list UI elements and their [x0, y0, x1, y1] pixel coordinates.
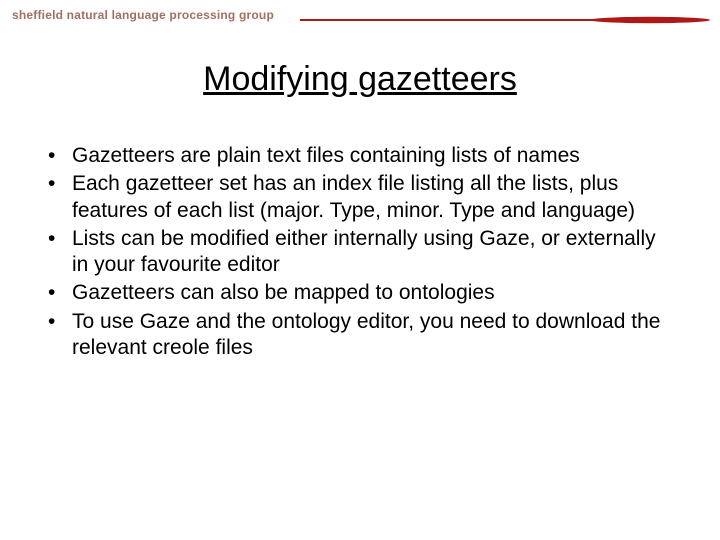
- bullet-list: Gazetteers are plain text files containi…: [44, 143, 676, 361]
- list-item: To use Gaze and the ontology editor, you…: [44, 309, 676, 362]
- list-item: Gazetteers can also be mapped to ontolog…: [44, 280, 676, 306]
- list-item: Each gazetteer set has an index file lis…: [44, 171, 676, 224]
- list-item: Gazetteers are plain text files containi…: [44, 143, 676, 169]
- list-item: Lists can be modified either internally …: [44, 226, 676, 279]
- slide-header: sheffield natural language processing gr…: [0, 0, 720, 36]
- slide-body: Gazetteers are plain text files containi…: [44, 143, 676, 361]
- group-name-label: sheffield natural language processing gr…: [12, 8, 274, 22]
- slide-title: Modifying gazetteers: [0, 60, 720, 99]
